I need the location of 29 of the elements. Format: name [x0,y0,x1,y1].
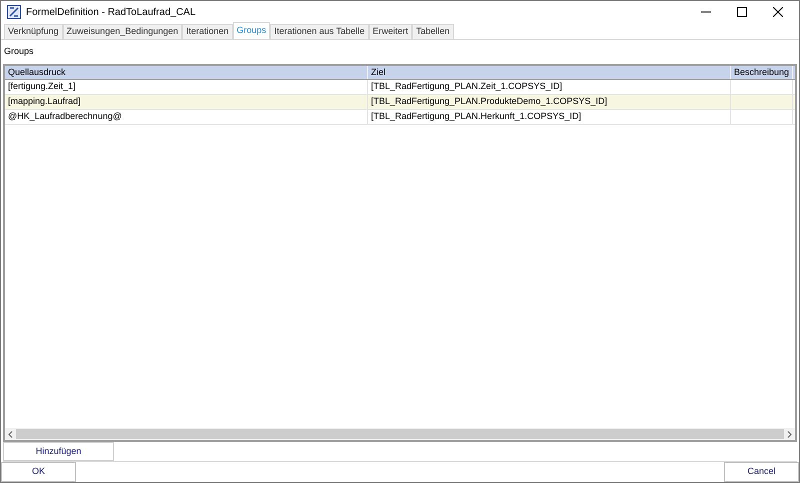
add-button[interactable]: Hinzufügen [3,442,114,461]
table-row[interactable]: [fertigung.Zeit_1] [TBL_RadFertigung_PLAN.Zeit_1.COPSYS_ID] [5,80,795,95]
column-header[interactable]: Quellausdruck [5,66,368,79]
close-icon[interactable] [773,7,783,17]
ok-button[interactable]: OK [1,462,76,482]
maximize-icon[interactable] [737,7,747,17]
column-header[interactable]: Beschreibung [731,66,793,79]
tab[interactable]: Erweitert [368,24,412,39]
table-cell: [TBL_RadFertigung_PLAN.Herkunft_1.COPSYS_ID] [368,110,731,124]
table-cell: @HK_Laufradberechnung@ [5,110,368,124]
table-row[interactable]: @HK_Laufradberechnung@ [TBL_RadFertigung_PLAN.Herkunft_1.COPSYS_ID] [5,110,795,125]
table-cell: [fertigung.Zeit_1] [5,80,368,94]
scroll-right-icon[interactable] [787,430,792,438]
table-cell: [TBL_RadFertigung_PLAN.ProdukteDemo_1.COPSYS_ID] [368,95,731,109]
tab[interactable]: Iterationen aus Tabelle [270,24,369,39]
column-header[interactable]: Ziel [368,66,731,79]
cancel-button[interactable]: Cancel [724,462,799,482]
table-cell: [TBL_RadFertigung_PLAN.Zeit_1.COPSYS_ID] [368,80,731,94]
scroll-left-icon[interactable] [8,430,13,438]
table-cell: [mapping.Laufrad] [5,95,368,109]
horizontal-scrollbar[interactable] [5,428,795,440]
tab[interactable]: Iterationen [182,24,233,39]
tab[interactable]: Zuweisungen_Bedingungen [62,24,182,39]
tab[interactable]: Tabellen [412,24,454,39]
section-label: Groups [4,45,34,58]
table-row[interactable]: [mapping.Laufrad] [TBL_RadFertigung_PLAN.ProdukteDemo_1.COPSYS_ID] [5,95,795,110]
app-icon [7,5,21,19]
window-title: FormelDefinition - RadToLaufrad_CAL [26,6,196,20]
tab[interactable]: Verknüpfung [4,24,63,39]
